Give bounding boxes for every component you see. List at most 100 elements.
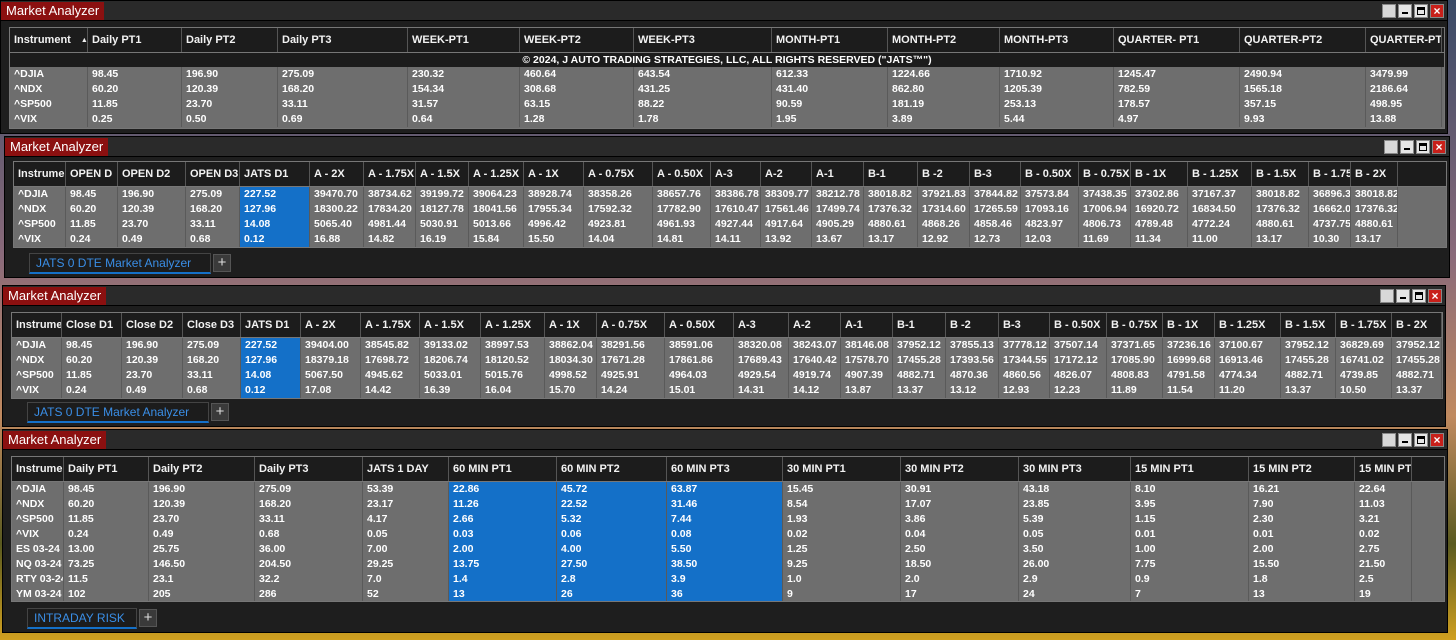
column-header-b-0-75x[interactable]: B - 0.75X <box>1079 162 1131 186</box>
maximize-icon[interactable] <box>1414 4 1428 18</box>
column-header-30-min-pt3[interactable]: 30 MIN PT3 <box>1019 457 1131 481</box>
column-header-daily-pt1[interactable]: Daily PT1 <box>88 28 182 52</box>
table-row[interactable]: ^VIX 0.24 0.49 0.68 0.12 16.88 14.82 16.19 15.84… <box>14 232 1446 247</box>
analyzer-grid[interactable]: Instrument ▲ Daily PT1 Daily PT2 Daily PT3 WE… <box>9 27 1445 129</box>
column-header-b-2x[interactable]: B - 2X <box>1351 162 1398 186</box>
window-titlebar[interactable]: Market Analyzer × <box>3 430 1447 450</box>
column-header-close-d3[interactable]: Close D3 <box>183 313 241 337</box>
column-header-60-min-pt1[interactable]: 60 MIN PT1 <box>449 457 557 481</box>
column-header-month-pt3[interactable]: MONTH-PT3 <box>1000 28 1114 52</box>
sort-ascending-icon[interactable]: ▲ <box>81 37 87 44</box>
column-header-b-2[interactable]: B -2 <box>946 313 999 337</box>
close-icon[interactable]: × <box>1428 289 1442 303</box>
table-row[interactable]: ^DJIA 98.45 196.90 275.09 227.52 39470.70 3873… <box>14 187 1446 202</box>
column-header-open-d3[interactable]: OPEN D3 <box>186 162 240 186</box>
column-header-daily-pt2[interactable]: Daily PT2 <box>149 457 255 481</box>
tab-intraday-risk[interactable]: INTRADAY RISK <box>27 608 137 629</box>
column-header-a-1-5x[interactable]: A - 1.5X <box>416 162 469 186</box>
column-header-daily-pt1[interactable]: Daily PT1 <box>64 457 149 481</box>
column-header-daily-pt3[interactable]: Daily PT3 <box>278 28 408 52</box>
column-header-b-2[interactable]: B -2 <box>918 162 970 186</box>
table-row[interactable]: ^DJIA 98.45 196.90 275.09 53.39 22.86 45.72 63.… <box>12 482 1444 497</box>
restore-icon[interactable] <box>1380 289 1394 303</box>
column-header-daily-pt3[interactable]: Daily PT3 <box>255 457 363 481</box>
restore-icon[interactable] <box>1382 433 1396 447</box>
column-header-month-pt2[interactable]: MONTH-PT2 <box>888 28 1000 52</box>
window-titlebar[interactable]: Market Analyzer × <box>1 1 1447 21</box>
table-row[interactable]: ^NDX 60.20 120.39 168.20 23.17 11.26 22.52 31.4… <box>12 497 1444 512</box>
column-header-a-0-75x[interactable]: A - 0.75X <box>597 313 665 337</box>
close-icon[interactable]: × <box>1430 4 1444 18</box>
column-header-b-1-75x[interactable]: B - 1.75X <box>1336 313 1392 337</box>
close-icon[interactable]: × <box>1430 433 1444 447</box>
column-header-a-1-25x[interactable]: A - 1.25X <box>481 313 545 337</box>
column-header-close-d2[interactable]: Close D2 <box>122 313 183 337</box>
table-row[interactable]: ES 03-24 13.00 25.75 36.00 7.00 2.00 4.00 5.50 1… <box>12 542 1444 557</box>
column-header-a-0-50x[interactable]: A - 0.50X <box>653 162 711 186</box>
column-header-quarter-pt3[interactable]: QUARTER-PT3 <box>1366 28 1442 52</box>
table-row[interactable]: ^VIX 0.24 0.49 0.68 0.05 0.03 0.06 0.08 0.02 0.04… <box>12 527 1444 542</box>
window-titlebar[interactable]: Market Analyzer × <box>5 137 1449 157</box>
column-header-daily-pt2[interactable]: Daily PT2 <box>182 28 278 52</box>
table-row[interactable]: RTY 03-24 11.5 23.1 32.2 7.0 1.4 2.8 3.9 1.0 2.0 2… <box>12 572 1444 587</box>
analyzer-grid[interactable]: Instrume OPEN D OPEN D2 OPEN D3 JATS D1 A - 2… <box>13 161 1447 248</box>
column-header-b-2x[interactable]: B - 2X <box>1392 313 1442 337</box>
table-row[interactable]: ^NDX 60.20 120.39 168.20 127.96 18300.22 17834… <box>14 202 1446 217</box>
column-header-quarter-pt1[interactable]: QUARTER- PT1 <box>1114 28 1240 52</box>
column-header-b-1-5x[interactable]: B - 1.5X <box>1281 313 1336 337</box>
column-header-b-0-75x[interactable]: B - 0.75X <box>1107 313 1163 337</box>
maximize-icon[interactable] <box>1412 289 1426 303</box>
window-titlebar[interactable]: Market Analyzer × <box>3 286 1445 306</box>
maximize-icon[interactable] <box>1414 433 1428 447</box>
minimize-icon[interactable] <box>1396 289 1410 303</box>
table-row[interactable]: ^DJIA 98.45 196.90 275.09 230.32 460.64 643.54… <box>10 67 1444 82</box>
close-icon[interactable]: × <box>1432 140 1446 154</box>
table-row[interactable]: ^NDX 60.20 120.39 168.20 127.96 18379.18 17698… <box>12 353 1442 368</box>
column-header-b-1-75[interactable]: B - 1.75 <box>1309 162 1351 186</box>
column-header-b-1[interactable]: B-1 <box>893 313 946 337</box>
table-row[interactable]: ^NDX 60.20 120.39 168.20 154.34 308.68 431.25 4… <box>10 82 1444 97</box>
column-header-week-pt3[interactable]: WEEK-PT3 <box>634 28 772 52</box>
restore-icon[interactable] <box>1384 140 1398 154</box>
column-header-a-2[interactable]: A-2 <box>789 313 841 337</box>
table-row[interactable]: ^VIX 0.24 0.49 0.68 0.12 17.08 14.42 16.39 16.04… <box>12 383 1442 398</box>
column-header-week-pt2[interactable]: WEEK-PT2 <box>520 28 634 52</box>
column-header-b-1-25x[interactable]: B - 1.25X <box>1188 162 1252 186</box>
column-header-a-1[interactable]: A-1 <box>812 162 864 186</box>
table-row[interactable]: YM 03-24 102 205 286 52 13 26 36 9 17 24 7 13 19 <box>12 587 1444 601</box>
column-header-b-3[interactable]: B-3 <box>970 162 1021 186</box>
column-header-close-d1[interactable]: Close D1 <box>62 313 122 337</box>
column-header-a-2x[interactable]: A - 2X <box>301 313 361 337</box>
column-header-b-3[interactable]: B-3 <box>999 313 1050 337</box>
column-header-a-1-25x[interactable]: A - 1.25X <box>469 162 524 186</box>
column-header-a-2[interactable]: A-2 <box>761 162 812 186</box>
column-header-b-1x[interactable]: B - 1X <box>1163 313 1215 337</box>
column-header-instrume[interactable]: Instrume <box>12 457 64 481</box>
column-header-60-min-pt2[interactable]: 60 MIN PT2 <box>557 457 667 481</box>
table-row[interactable]: ^SP500 11.85 23.70 33.11 14.08 5065.40 4981.44… <box>14 217 1446 232</box>
column-header-a-2x[interactable]: A - 2X <box>310 162 364 186</box>
table-row[interactable]: ^SP500 11.85 23.70 33.11 31.57 63.15 88.22 90.5… <box>10 97 1444 112</box>
minimize-icon[interactable] <box>1400 140 1414 154</box>
column-header-a-3[interactable]: A-3 <box>711 162 761 186</box>
column-header-b-0-50x[interactable]: B - 0.50X <box>1050 313 1107 337</box>
column-header-b-1-25x[interactable]: B - 1.25X <box>1215 313 1281 337</box>
column-header-60-min-pt3[interactable]: 60 MIN PT3 <box>667 457 783 481</box>
table-row[interactable]: ^DJIA 98.45 196.90 275.09 227.52 39404.00 3854… <box>12 338 1442 353</box>
column-header-a-0-50x[interactable]: A - 0.50X <box>665 313 734 337</box>
column-header-a-0-75x[interactable]: A - 0.75X <box>584 162 653 186</box>
column-header-open-d[interactable]: OPEN D <box>66 162 118 186</box>
minimize-icon[interactable] <box>1398 4 1412 18</box>
table-row[interactable]: ^VIX 0.25 0.50 0.69 0.64 1.28 1.78 1.95 3.89 5.44… <box>10 112 1444 127</box>
column-header-15-min-pt2[interactable]: 15 MIN PT2 <box>1249 457 1355 481</box>
restore-icon[interactable] <box>1382 4 1396 18</box>
column-header-b-1x[interactable]: B - 1X <box>1131 162 1188 186</box>
add-tab-icon[interactable]: + <box>213 254 231 272</box>
minimize-icon[interactable] <box>1398 433 1412 447</box>
column-header-jats-d1[interactable]: JATS D1 <box>240 162 310 186</box>
maximize-icon[interactable] <box>1416 140 1430 154</box>
column-header-quarter-pt2[interactable]: QUARTER-PT2 <box>1240 28 1366 52</box>
column-header-30-min-pt1[interactable]: 30 MIN PT1 <box>783 457 901 481</box>
column-header-b-0-50x[interactable]: B - 0.50X <box>1021 162 1079 186</box>
column-header-a-1x[interactable]: A - 1X <box>524 162 584 186</box>
